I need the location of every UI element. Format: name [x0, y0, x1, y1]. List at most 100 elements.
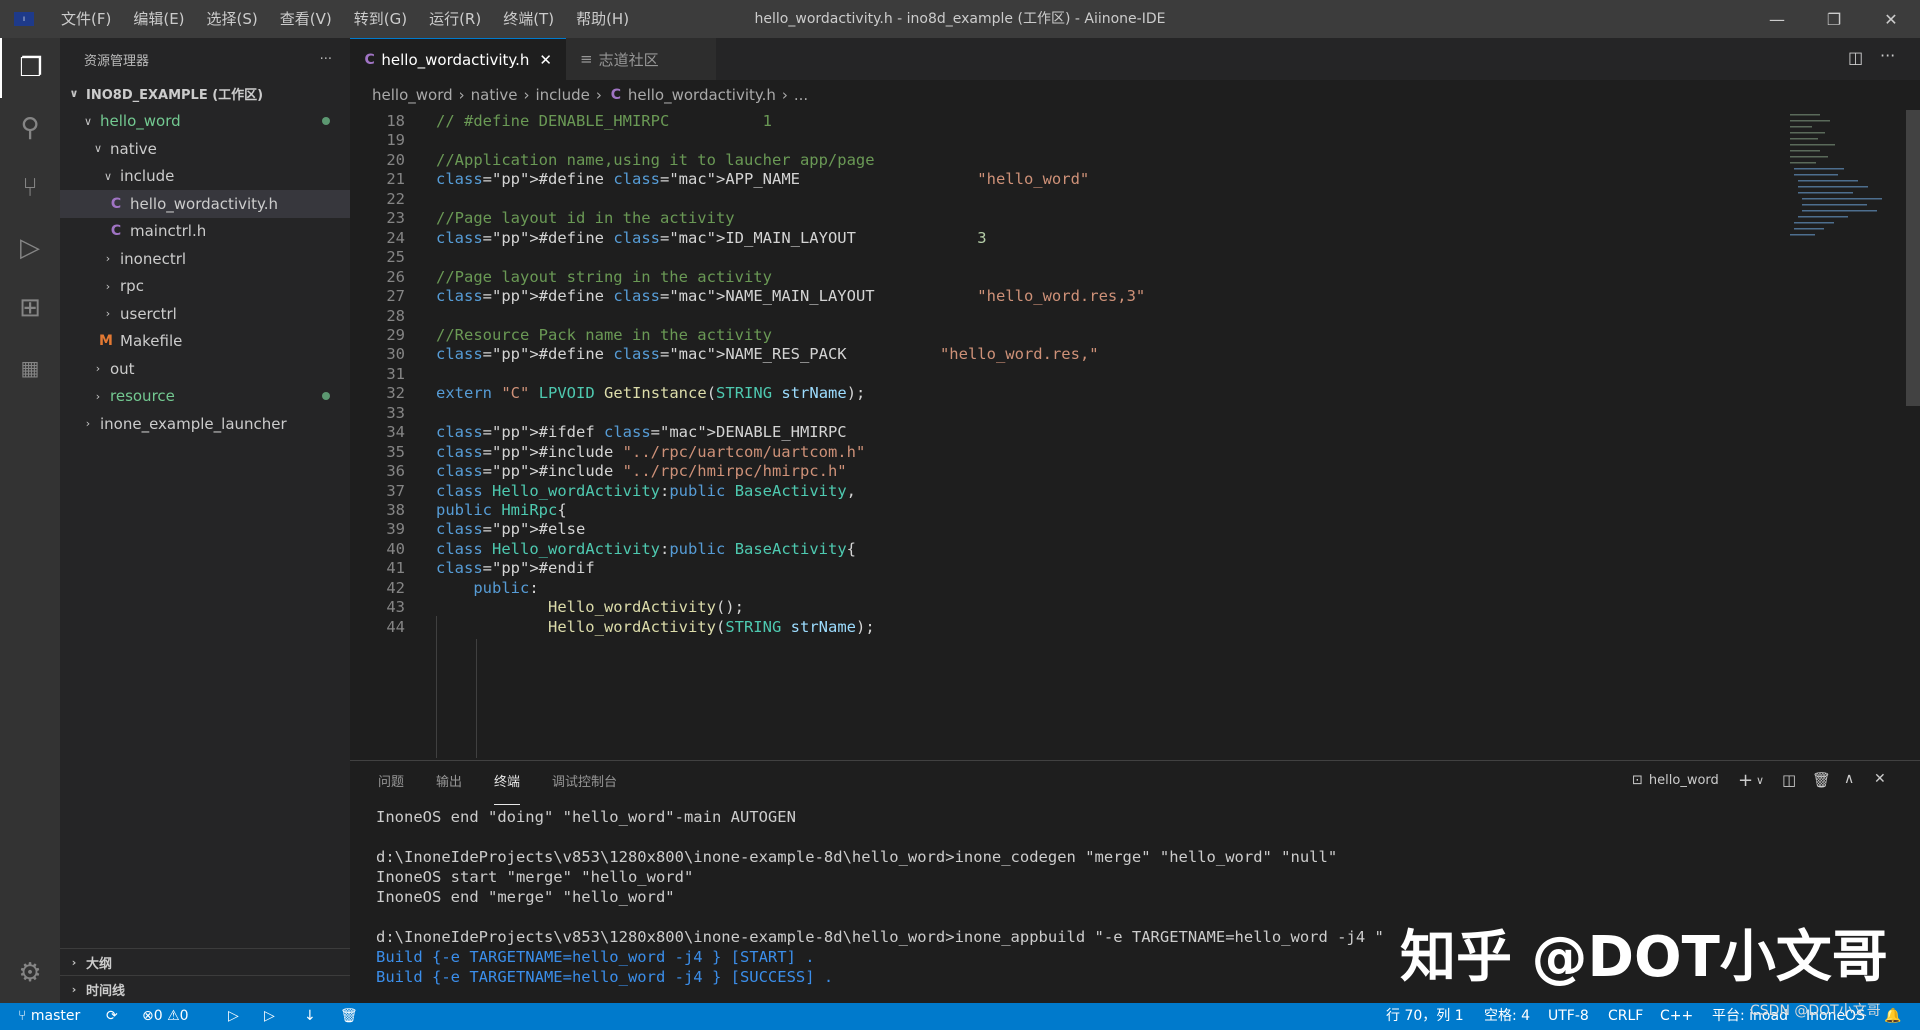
breadcrumb-item[interactable]: ...: [794, 86, 808, 104]
breadcrumb-item[interactable]: hello_wordactivity.h: [628, 86, 776, 104]
code-editor[interactable]: 18// #define DENABLE_HMIRPC 1 19 20//Appli…: [350, 110, 1905, 758]
timeline-section[interactable]: › 时间线: [60, 975, 356, 1003]
eol-status[interactable]: CRLF: [1608, 1003, 1643, 1030]
language-status[interactable]: C++: [1660, 1003, 1693, 1030]
tree-file-mainctrl[interactable]: C mainctrl.h: [60, 218, 350, 246]
tab-output[interactable]: 输出: [436, 761, 462, 805]
indentation-status[interactable]: 空格: 4: [1484, 1003, 1530, 1030]
editor-tabs: C hello_wordactivity.h ✕ ≡ 志道社区 ◫ ···: [350, 38, 1920, 80]
trash-icon[interactable]: 🗑: [340, 1003, 358, 1030]
menu-view[interactable]: 查看(V): [269, 0, 343, 38]
sync-icon[interactable]: ⟳: [106, 1003, 118, 1030]
download-icon[interactable]: ↓: [304, 1003, 316, 1030]
git-branch-icon: ⑂: [18, 1008, 31, 1024]
workspace-root[interactable]: ∨ INO8D_EXAMPLE (工作区): [60, 80, 350, 108]
breadcrumb-item[interactable]: include: [535, 86, 589, 104]
tree-folder-resource[interactable]: › resource: [60, 383, 350, 411]
minimap[interactable]: [1788, 110, 1906, 250]
outline-section[interactable]: › 大纲: [60, 948, 356, 976]
menu-file[interactable]: 文件(F): [50, 0, 122, 38]
tab-problems[interactable]: 问题: [378, 761, 404, 805]
editor-scrollbar[interactable]: [1906, 110, 1920, 758]
breadcrumb-item[interactable]: hello_word: [372, 86, 453, 104]
trash-icon[interactable]: 🗑: [1812, 771, 1831, 789]
tab-debug-console[interactable]: 调试控制台: [552, 761, 617, 805]
chevron-right-icon: ›: [85, 417, 91, 431]
chevron-right-icon: ›: [523, 86, 530, 104]
menu-edit[interactable]: 编辑(E): [122, 0, 195, 38]
app-logo-icon: I: [14, 12, 34, 26]
sidebar-title: 资源管理器: [84, 53, 150, 69]
problems-status[interactable]: ⊗0 ⚠0: [142, 1003, 189, 1030]
settings-gear-icon[interactable]: ⚙: [0, 943, 60, 1003]
line-number: 44: [386, 617, 405, 636]
error-icon: ⊗: [142, 1008, 154, 1024]
menu-goto[interactable]: 转到(G): [343, 0, 418, 38]
activity-bar: ❐ ⚲ ⑂ ▷ ⊞ ▦ ⚙: [0, 38, 60, 1003]
tree-folder-include[interactable]: ∨ include: [60, 163, 350, 191]
c-file-icon: C: [110, 223, 122, 240]
debug-icon[interactable]: ▷: [264, 1003, 275, 1030]
close-tab-icon[interactable]: ✕: [539, 51, 552, 69]
menu-terminal[interactable]: 终端(T): [492, 0, 565, 38]
chevron-down-icon: ∨: [83, 114, 93, 128]
menu-run[interactable]: 运行(R): [418, 0, 492, 38]
restore-button[interactable]: ❐: [1811, 0, 1857, 38]
chevron-down-icon[interactable]: ∨: [1756, 774, 1764, 787]
chevron-right-icon: ›: [71, 956, 77, 969]
chevron-down-icon: ∨: [103, 169, 113, 183]
more-actions-icon[interactable]: ···: [1880, 46, 1895, 65]
tree-file-hello-wordactivity[interactable]: C hello_wordactivity.h: [60, 190, 350, 218]
preview-icon: ≡: [580, 50, 593, 68]
breadcrumb: hello_word › native › include › C hello_wor…: [350, 80, 1920, 110]
scrollbar-thumb[interactable]: [1906, 110, 1920, 406]
makefile-icon: M: [99, 333, 113, 350]
indent-guide: [436, 616, 437, 758]
tree-folder-native[interactable]: ∨ native: [60, 135, 350, 163]
close-window-button[interactable]: ✕: [1868, 0, 1914, 38]
chevron-right-icon: ›: [71, 983, 77, 996]
cursor-position[interactable]: 行 70，列 1: [1386, 1003, 1464, 1030]
terminal-line: d:\InoneIdeProjects\v853\1280x800\inone-…: [376, 928, 1384, 946]
branch-status[interactable]: ⑂ master: [18, 1003, 80, 1030]
tree-folder-inonectrl[interactable]: › inonectrl: [60, 245, 350, 273]
tree-folder-out[interactable]: › out: [60, 355, 350, 383]
explorer-icon[interactable]: ❐: [0, 38, 60, 98]
more-actions-icon[interactable]: ···: [320, 52, 332, 67]
tree-folder-hello-word[interactable]: ∨ hello_word: [60, 108, 350, 136]
terminal-line: d:\InoneIdeProjects\v853\1280x800\inone-…: [376, 848, 1338, 866]
chevron-right-icon: ›: [105, 307, 111, 321]
chevron-right-icon: ›: [105, 279, 111, 293]
close-panel-icon[interactable]: ✕: [1874, 771, 1886, 787]
split-terminal-icon[interactable]: ◫: [1782, 771, 1796, 789]
terminal-line: Build {-e TARGETNAME=hello_word -j4 } [S…: [376, 948, 815, 966]
tree-folder-inone-example-launcher[interactable]: › inone_example_launcher: [60, 410, 350, 438]
run-debug-icon[interactable]: ▷: [0, 218, 60, 278]
menu-select[interactable]: 选择(S): [196, 0, 269, 38]
run-icon[interactable]: ▷: [228, 1003, 239, 1030]
chevron-down-icon: ∨: [69, 87, 79, 101]
new-terminal-icon[interactable]: +: [1738, 770, 1753, 791]
tree-folder-userctrl[interactable]: › userctrl: [60, 300, 350, 328]
minimize-button[interactable]: —: [1754, 0, 1800, 38]
menu-help[interactable]: 帮助(H): [565, 0, 640, 38]
search-icon[interactable]: ⚲: [0, 98, 60, 158]
tab-hello-wordactivity[interactable]: C hello_wordactivity.h ✕: [350, 38, 566, 80]
notification-icon[interactable]: 🔔: [1884, 1003, 1901, 1030]
maximize-panel-icon[interactable]: ∧: [1844, 771, 1854, 787]
source-control-icon[interactable]: ⑂: [0, 158, 60, 218]
tab-terminal[interactable]: 终端: [494, 761, 521, 805]
tree-file-makefile[interactable]: M Makefile: [60, 328, 350, 356]
breadcrumb-item[interactable]: native: [471, 86, 518, 104]
tab-community[interactable]: ≡ 志道社区: [566, 38, 716, 80]
terminal-line: Build {-e TARGETNAME=hello_word -j4 } [S…: [376, 968, 834, 986]
terminal-selector[interactable]: ⊡ hello_word: [1632, 773, 1719, 788]
split-editor-icon[interactable]: ◫: [1848, 48, 1863, 67]
community-icon[interactable]: ▦: [0, 338, 60, 398]
code-line: 44 Hello_wordActivity(STRING strName);: [350, 616, 1750, 639]
encoding-status[interactable]: UTF-8: [1548, 1003, 1589, 1030]
extensions-icon[interactable]: ⊞: [0, 278, 60, 338]
tree-folder-rpc[interactable]: › rpc: [60, 273, 350, 301]
chevron-right-icon: ›: [458, 86, 465, 104]
indent-guide: [476, 639, 477, 758]
